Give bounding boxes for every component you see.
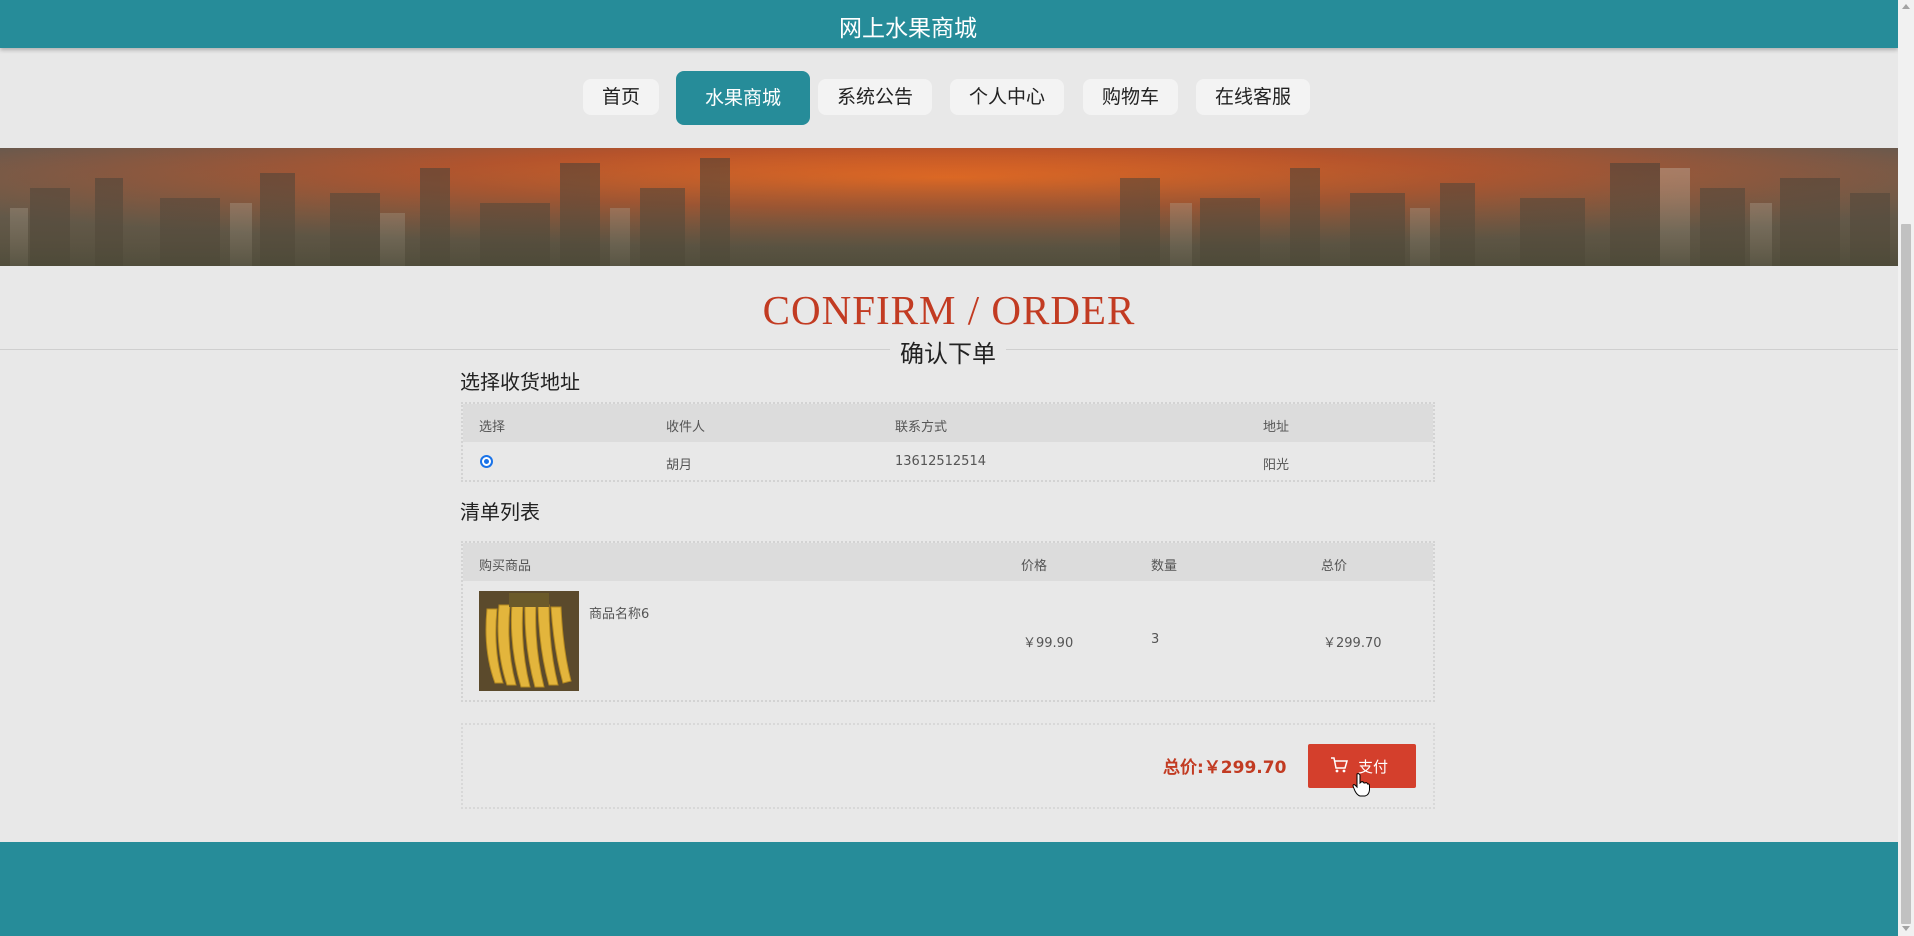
- nav-online-service[interactable]: 在线客服: [1196, 79, 1311, 115]
- nav-personal-center[interactable]: 个人中心: [950, 79, 1065, 115]
- col-phone: 联系方式: [895, 420, 948, 435]
- col-select: 选择: [479, 420, 506, 435]
- nav-cart[interactable]: 购物车: [1083, 79, 1179, 115]
- quantity-cell: 3: [1151, 632, 1160, 647]
- col-address: 地址: [1263, 420, 1290, 435]
- scroll-up-icon[interactable]: [1902, 4, 1910, 9]
- top-bar: 网上水果商城: [0, 0, 1898, 48]
- main-nav: 首页 水果商城 系统公告 个人中心 购物车 在线客服: [0, 71, 1898, 125]
- page: 网上水果商城 首页 水果商城 系统公告 个人中心 购物车 在线客服 CONFIR…: [0, 0, 1898, 936]
- banana-image[interactable]: [479, 591, 579, 691]
- cart-icon: [1330, 757, 1348, 777]
- city-banner: [0, 148, 1898, 266]
- recipient-cell: 胡月: [666, 458, 693, 473]
- site-title: 网上水果商城: [839, 16, 977, 42]
- total-price-label: 总价:: [1163, 758, 1204, 778]
- phone-cell: 13612512514: [895, 454, 986, 469]
- order-table-header: 购买商品 价格 数量 总价: [463, 543, 1433, 581]
- address-cell: 阳光: [1263, 458, 1290, 473]
- address-radio[interactable]: [480, 455, 493, 468]
- address-section-title: 选择收货地址: [460, 370, 580, 394]
- scroll-down-icon[interactable]: [1902, 926, 1910, 931]
- total-price: 总价:￥299.70: [1163, 753, 1286, 778]
- address-table-header: 选择 收件人 联系方式 地址: [463, 404, 1433, 442]
- address-table: 选择 收件人 联系方式 地址 胡月 13612512514 阳光: [461, 402, 1435, 482]
- total-price-value: ￥299.70: [1203, 758, 1287, 778]
- vertical-scrollbar[interactable]: [1898, 0, 1914, 936]
- hand-cursor-icon: [1352, 773, 1370, 801]
- list-section-title: 清单列表: [460, 500, 540, 524]
- col-recipient: 收件人: [666, 420, 706, 435]
- col-product: 购买商品: [479, 559, 532, 574]
- confirm-order-subtitle: 确认下单: [890, 334, 1006, 369]
- price-cell: ￥99.90: [1023, 636, 1074, 651]
- col-quantity: 数量: [1151, 559, 1178, 574]
- nav-fruit-mall[interactable]: 水果商城: [676, 71, 811, 125]
- col-price: 价格: [1021, 559, 1048, 574]
- footer: [0, 842, 1898, 936]
- nav-home[interactable]: 首页: [583, 79, 660, 115]
- confirm-order-title: CONFIRM / ORDER: [762, 287, 1136, 333]
- row-total-cell: ￥299.70: [1323, 636, 1382, 651]
- col-total: 总价: [1321, 559, 1348, 574]
- nav-announcements[interactable]: 系统公告: [818, 79, 933, 115]
- payment-summary: 总价:￥299.70 支付: [461, 723, 1435, 809]
- order-list-table: 购买商品 价格 数量 总价 商品名称6 ￥99.90 3 ￥299.70: [461, 541, 1435, 702]
- scroll-thumb[interactable]: [1901, 224, 1911, 924]
- product-name-cell[interactable]: 商品名称6: [589, 603, 649, 622]
